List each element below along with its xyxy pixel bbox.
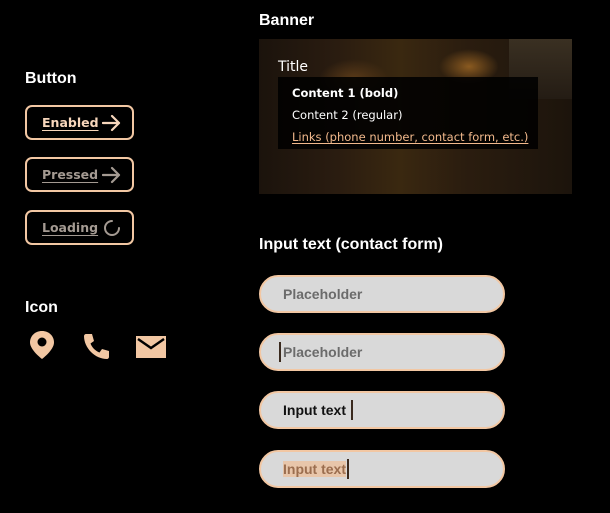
input-field-focused[interactable]: Placeholder — [259, 333, 505, 371]
icon-section-title: Icon — [25, 299, 58, 316]
input-placeholder-text: Placeholder — [283, 344, 363, 360]
pressed-button[interactable]: Pressed — [25, 157, 134, 192]
banner-links[interactable]: Links (phone number, contact form, etc.) — [292, 130, 528, 144]
input-placeholder-text: Placeholder — [283, 286, 363, 302]
pressed-button-label: Pressed — [42, 167, 99, 182]
loading-button-label: Loading — [42, 220, 99, 235]
banner-content-regular: Content 2 (regular) — [292, 108, 403, 122]
text-caret — [351, 400, 353, 420]
mail-icon — [136, 336, 166, 363]
banner-content-bold: Content 1 (bold) — [292, 86, 399, 100]
input-field-typing[interactable]: Input text — [259, 391, 505, 429]
enabled-button-label: Enabled — [42, 115, 99, 130]
input-section-title: Input text (contact form) — [259, 236, 443, 253]
banner-title: Title — [278, 59, 309, 75]
enabled-button[interactable]: Enabled — [25, 105, 134, 140]
button-section-title: Button — [25, 70, 77, 87]
input-field-placeholder[interactable]: Placeholder — [259, 275, 505, 313]
input-selected-text: Input text — [283, 461, 346, 477]
phone-icon — [83, 332, 111, 365]
spinner-icon — [104, 220, 120, 236]
text-caret — [279, 342, 281, 362]
banner-section-title: Banner — [259, 12, 315, 29]
location-pin-icon — [29, 330, 55, 365]
loading-button[interactable]: Loading — [25, 210, 134, 245]
input-typed-text: Input text — [283, 402, 346, 418]
arrow-right-icon — [102, 114, 121, 132]
banner: Title Content 1 (bold) Content 2 (regula… — [259, 39, 572, 194]
input-field-selected[interactable]: Input text — [259, 450, 505, 488]
banner-content-box: Content 1 (bold) Content 2 (regular) Lin… — [278, 77, 538, 149]
arrow-right-icon — [102, 166, 121, 184]
text-caret — [347, 459, 349, 479]
